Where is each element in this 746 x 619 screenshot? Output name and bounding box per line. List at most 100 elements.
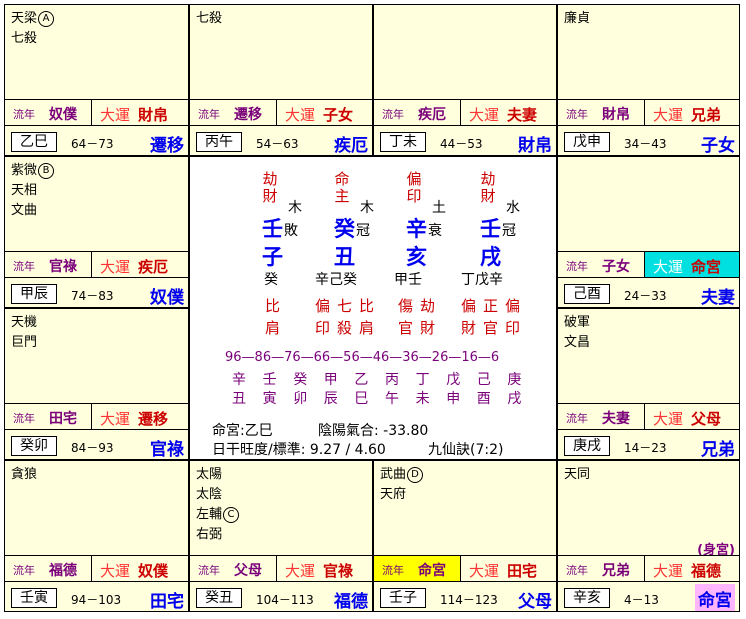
ganzhi-box[interactable]: 癸卯 <box>11 436 57 456</box>
palace-name: 田宅 <box>150 592 184 611</box>
ganzhi-box[interactable]: 癸丑 <box>196 588 242 608</box>
ganzhi-box[interactable]: 丁未 <box>380 132 426 152</box>
yun-bar: 流年 父母 大運 官祿 <box>190 555 372 581</box>
decade-branch: 未 <box>415 391 430 407</box>
palace-footer: 乙巳 64－73 遷移 <box>5 125 188 155</box>
pillar-phase: 敗 <box>284 223 298 239</box>
liunian-palace: 命宮 <box>418 563 446 579</box>
pillar-hidden-stems: 癸 <box>264 272 278 288</box>
palace-footer: 丁未 44－53 財帛 <box>374 125 556 155</box>
palace-xu[interactable]: 破軍 文昌 流年 夫妻 大運 父母 庚戌 14－23 兄弟 <box>558 309 739 459</box>
star-list: 廉貞 <box>564 9 590 29</box>
palace-name: 子女 <box>701 136 735 155</box>
liunian-palace: 田宅 <box>49 411 77 427</box>
ganzhi-box[interactable]: 乙巳 <box>11 132 57 152</box>
ganzhi-box[interactable]: 戊申 <box>564 132 610 152</box>
pillar-hidden-stems: 丁戊辛 <box>461 272 503 288</box>
star-name: 巨門 <box>11 335 38 350</box>
dayun-palace: 奴僕 <box>138 562 169 580</box>
liunian-palace: 夫妻 <box>602 411 630 427</box>
liunian-tag: 流年 <box>382 564 404 577</box>
palace-chou[interactable]: 太陽 太陰 左輔 C 右弼流年 父母 大運 官祿 癸丑 104－113 福德 <box>190 461 372 611</box>
ming-gong-info: 命宮:乙巳 <box>212 423 273 439</box>
liunian-tag: 流年 <box>13 108 35 121</box>
palace-yin[interactable]: 貪狼 流年 福德 大運 奴僕 壬寅 94－103 田宅 <box>5 461 188 611</box>
palace-name: 遷移 <box>150 136 184 155</box>
dayun-palace: 夫妻 <box>507 106 538 124</box>
pillar-stem: 壬 <box>262 217 283 241</box>
palace-zi[interactable]: 武曲 D 天府 流年 命宮 大運 田宅 壬子 114－123 父母 <box>374 461 556 611</box>
dayun-section: 大運 命宮 <box>644 252 739 277</box>
dayun-section: 大運 父母 <box>644 404 739 429</box>
palace-footer: 丙午 54－63 疾厄 <box>190 125 372 155</box>
star-list: 武曲 D 天府 <box>380 465 424 505</box>
star-list: 太陽 太陰 左輔 C 右弼 <box>196 465 240 545</box>
age-range: 54－63 <box>256 137 299 151</box>
pillar-ten-gods: 傷官劫財 <box>398 297 440 337</box>
pillar-star: 命主 <box>334 170 350 205</box>
liunian-palace: 財帛 <box>602 107 630 123</box>
star-list: 貪狼 <box>11 465 37 485</box>
liunian-section: 流年 子女 <box>558 252 644 277</box>
palace-footer: 癸丑 104－113 福德 <box>190 581 372 611</box>
palace-mao[interactable]: 天機 巨門 流年 田宅 大運 遷移 癸卯 84－93 官祿 <box>5 309 188 459</box>
pillar-element: 木 <box>288 200 302 216</box>
star-name: 天機 <box>11 315 38 330</box>
center-panel: 劫財木壬敗子癸比肩命主木癸冠丑辛己癸偏印七殺比肩偏印土辛衰亥甲壬傷官劫財劫財水壬… <box>190 157 556 459</box>
palace-name: 兄弟 <box>701 440 735 459</box>
ganzhi-box[interactable]: 壬寅 <box>11 588 57 608</box>
palace-footer: 癸卯 84－93 官祿 <box>5 429 188 459</box>
liunian-tag: 流年 <box>566 260 588 273</box>
ganzhi-box[interactable]: 庚戌 <box>564 436 610 456</box>
palace-footer: 甲辰 74－83 奴僕 <box>5 277 188 307</box>
pillar-star: 偏印 <box>406 170 422 205</box>
palace-shen[interactable]: 廉貞 流年 財帛 大運 兄弟 戊申 34－43 子女 <box>558 5 739 155</box>
liunian-tag: 流年 <box>198 564 220 577</box>
palace-si[interactable]: 天梁 A 七殺 流年 奴僕 大運 財帛 乙巳 64－73 遷移 <box>5 5 188 155</box>
pillar-branch: 子 <box>262 245 283 269</box>
pillar-element: 土 <box>432 200 446 216</box>
liunian-section: 流年 疾厄 <box>374 100 460 125</box>
palace-name: 父母 <box>518 592 552 611</box>
dayun-section: 大運 夫妻 <box>460 100 556 125</box>
age-range: 24－33 <box>624 289 667 303</box>
palace-name: 財帛 <box>518 136 552 155</box>
decade-branch: 辰 <box>323 391 338 407</box>
ganzhi-box[interactable]: 丙午 <box>196 132 242 152</box>
palace-hai[interactable]: 天同 (身宮) 流年 兄弟 大運 福德 辛亥 4－13 命宮 <box>558 461 739 611</box>
palace-you[interactable]: 流年 子女 大運 命宮 己酉 24－33 夫妻 <box>558 157 739 307</box>
age-range: 64－73 <box>71 137 114 151</box>
palace-wei[interactable]: 流年 疾厄 大運 夫妻 丁未 44－53 財帛 <box>374 5 556 155</box>
palace-chen[interactable]: 紫微 B 天相 文曲 流年 官祿 大運 疾厄 甲辰 74－83 奴僕 <box>5 157 188 307</box>
sihua-circle: C <box>223 507 240 523</box>
liunian-tag: 流年 <box>13 412 35 425</box>
pillar-branch: 丑 <box>334 245 355 269</box>
palace-wu[interactable]: 七殺 流年 遷移 大運 子女 丙午 54－63 疾厄 <box>190 5 372 155</box>
decade-stem: 丁 <box>415 372 430 388</box>
decade-branch: 卯 <box>293 391 308 407</box>
decade-branch: 巳 <box>354 391 369 407</box>
yun-bar: 流年 官祿 大運 疾厄 <box>5 251 188 277</box>
yun-bar: 流年 兄弟 大運 福德 <box>558 555 739 581</box>
liunian-tag: 流年 <box>566 564 588 577</box>
yun-bar: 流年 子女 大運 命宮 <box>558 251 739 277</box>
dayun-palace: 父母 <box>691 410 722 428</box>
ganzhi-box[interactable]: 壬子 <box>380 588 426 608</box>
age-range: 34－43 <box>624 137 667 151</box>
ganzhi-box[interactable]: 甲辰 <box>11 284 57 304</box>
star-list: 七殺 <box>196 9 222 29</box>
age-range: 94－103 <box>71 593 122 607</box>
decade-branch: 酉 <box>476 391 491 407</box>
ganzhi-box[interactable]: 己酉 <box>564 284 610 304</box>
dayun-tag: 大運 <box>469 562 500 580</box>
decade-branch: 戌 <box>507 391 522 407</box>
star-name: 太陰 <box>196 487 223 502</box>
decade-branch: 午 <box>385 391 399 407</box>
dayun-palace: 遷移 <box>138 410 169 428</box>
age-range: 14－23 <box>624 441 667 455</box>
liunian-section: 流年 父母 <box>190 556 276 581</box>
ganzhi-box[interactable]: 辛亥 <box>564 588 610 608</box>
star-name: 紫微 B <box>11 161 55 181</box>
dayun-section: 大運 福德 <box>644 556 739 581</box>
decade-stem: 辛 <box>232 372 246 388</box>
